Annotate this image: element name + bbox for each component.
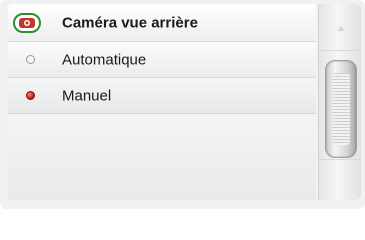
radio-selected-icon[interactable] [26, 90, 35, 100]
settings-screen: Caméra vue arrière Automatique Manuel [0, 0, 365, 209]
menu-title: Caméra vue arrière [62, 14, 198, 31]
scroll-down-button[interactable] [319, 159, 361, 200]
scroll-grip [332, 73, 350, 145]
rear-camera-icon [13, 13, 41, 33]
option-automatique[interactable]: Automatique [8, 42, 316, 78]
radio-unselected-icon[interactable] [26, 54, 35, 64]
scrollbar[interactable] [318, 4, 361, 200]
chevron-up-icon [337, 26, 345, 31]
scroll-thumb[interactable] [325, 60, 357, 158]
option-manuel[interactable]: Manuel [8, 78, 316, 114]
empty-list-area [8, 114, 316, 200]
option-label-manuel: Manuel [62, 87, 112, 104]
menu-header: Caméra vue arrière [8, 4, 316, 42]
settings-menu: Caméra vue arrière Automatique Manuel [8, 4, 316, 200]
option-label-automatique: Automatique [62, 51, 147, 68]
scroll-up-button[interactable] [319, 4, 361, 51]
